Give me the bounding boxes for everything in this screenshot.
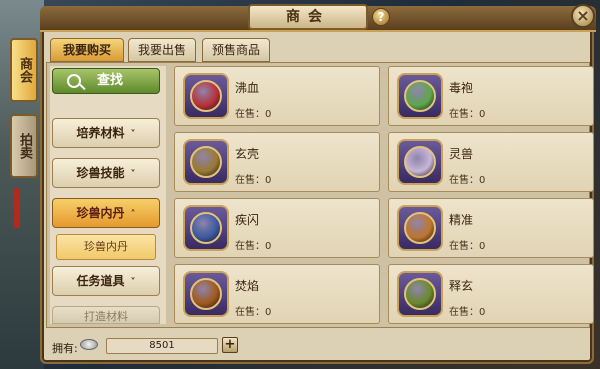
item-sale-count: 在售：0: [235, 109, 272, 120]
item-name: 灵兽: [449, 147, 474, 161]
category-pet-core[interactable]: 珍兽内丹 ˄: [52, 198, 160, 228]
search-button[interactable]: 查找: [52, 68, 160, 94]
category-label: 珍兽内丹: [76, 206, 125, 220]
category-crafting[interactable]: 打造材料: [52, 306, 160, 324]
help-button[interactable]: ?: [372, 8, 390, 26]
side-tabs: 商会 拍卖: [2, 36, 38, 228]
item-icon-frame: [183, 73, 229, 119]
item-card[interactable]: 玄壳 在售：0: [174, 132, 380, 192]
category-label: 珍兽技能: [76, 166, 125, 180]
category-cultivation[interactable]: 培养材料 ˅: [52, 118, 160, 148]
currency-label: 拥有:: [52, 342, 78, 355]
silver-ingot-icon: [80, 339, 98, 350]
item-card[interactable]: 疾闪 在售：0: [174, 198, 380, 258]
target-icon: [404, 212, 436, 244]
category-quest-items[interactable]: 任务道具 ˅: [52, 266, 160, 296]
add-currency-button[interactable]: +: [222, 337, 238, 353]
chevron-down-icon: ˅: [130, 277, 136, 288]
side-tab-shop[interactable]: 商会: [10, 38, 38, 102]
item-sale-count: 在售：0: [235, 241, 272, 252]
currency-amount: 8501: [106, 338, 218, 354]
category-label: 培养材料: [76, 126, 125, 140]
category-pet-skills[interactable]: 珍兽技能 ˅: [52, 158, 160, 188]
item-card[interactable]: 沸血 在售：0: [174, 66, 380, 126]
tab-presale[interactable]: 预售商品: [202, 38, 270, 62]
item-name: 毒袍: [449, 81, 474, 95]
item-name: 疾闪: [235, 213, 260, 227]
item-sale-count: 在售：0: [449, 109, 486, 120]
chevron-down-icon: ˅: [130, 129, 136, 140]
release-icon: [404, 278, 436, 310]
item-card[interactable]: 灵兽 在售：0: [388, 132, 594, 192]
shell-icon: [190, 146, 222, 178]
item-grid: 沸血 在售：0 毒袍 在售：0 玄壳 在售：0 灵兽 在售：0 疾闪 在售：0 …: [174, 66, 594, 324]
item-icon-frame: [183, 205, 229, 251]
tab-sell[interactable]: 我要出售: [128, 38, 196, 62]
item-name: 精准: [449, 213, 474, 227]
item-sale-count: 在售：0: [449, 175, 486, 186]
chevron-down-icon: ˅: [130, 169, 136, 180]
search-icon: [67, 74, 81, 88]
spirit-beast-icon: [404, 146, 436, 178]
item-icon-frame: [397, 205, 443, 251]
blood-orb-icon: [190, 80, 222, 112]
item-card[interactable]: 焚焰 在售：0: [174, 264, 380, 324]
item-sale-count: 在售：0: [235, 175, 272, 186]
item-name: 玄壳: [235, 147, 260, 161]
dash-icon: [190, 212, 222, 244]
tab-buy[interactable]: 我要购买: [50, 38, 124, 62]
close-button[interactable]: ×: [571, 4, 595, 28]
item-name: 焚焰: [235, 279, 260, 293]
item-card[interactable]: 毒袍 在售：0: [388, 66, 594, 126]
item-icon-frame: [183, 139, 229, 185]
item-card[interactable]: 释玄 在售：0: [388, 264, 594, 324]
item-icon-frame: [397, 73, 443, 119]
flame-icon: [190, 278, 222, 310]
item-card[interactable]: 精准 在售：0: [388, 198, 594, 258]
search-label: 查找: [97, 73, 124, 88]
side-tab-auction[interactable]: 拍卖: [10, 114, 38, 178]
item-sale-count: 在售：0: [235, 307, 272, 318]
category-label: 任务道具: [76, 274, 125, 288]
game-scene: 商会 ? × 商会 拍卖 我要购买 我要出售 预售商品 查找 培养材料 ˅ 珍兽技…: [0, 0, 600, 369]
subcategory-pet-core[interactable]: 珍兽内丹: [56, 234, 156, 260]
item-name: 沸血: [235, 81, 260, 95]
currency-bar: 拥有: 8501 +: [46, 332, 594, 360]
poison-robe-icon: [404, 80, 436, 112]
item-icon-frame: [397, 271, 443, 317]
item-name: 释玄: [449, 279, 474, 293]
window-title: 商会: [248, 4, 368, 30]
item-sale-count: 在售：0: [449, 241, 486, 252]
chevron-up-icon: ˄: [130, 209, 136, 220]
tassel-ornament: [14, 188, 20, 228]
item-icon-frame: [397, 139, 443, 185]
item-icon-frame: [183, 271, 229, 317]
item-sale-count: 在售：0: [449, 307, 486, 318]
